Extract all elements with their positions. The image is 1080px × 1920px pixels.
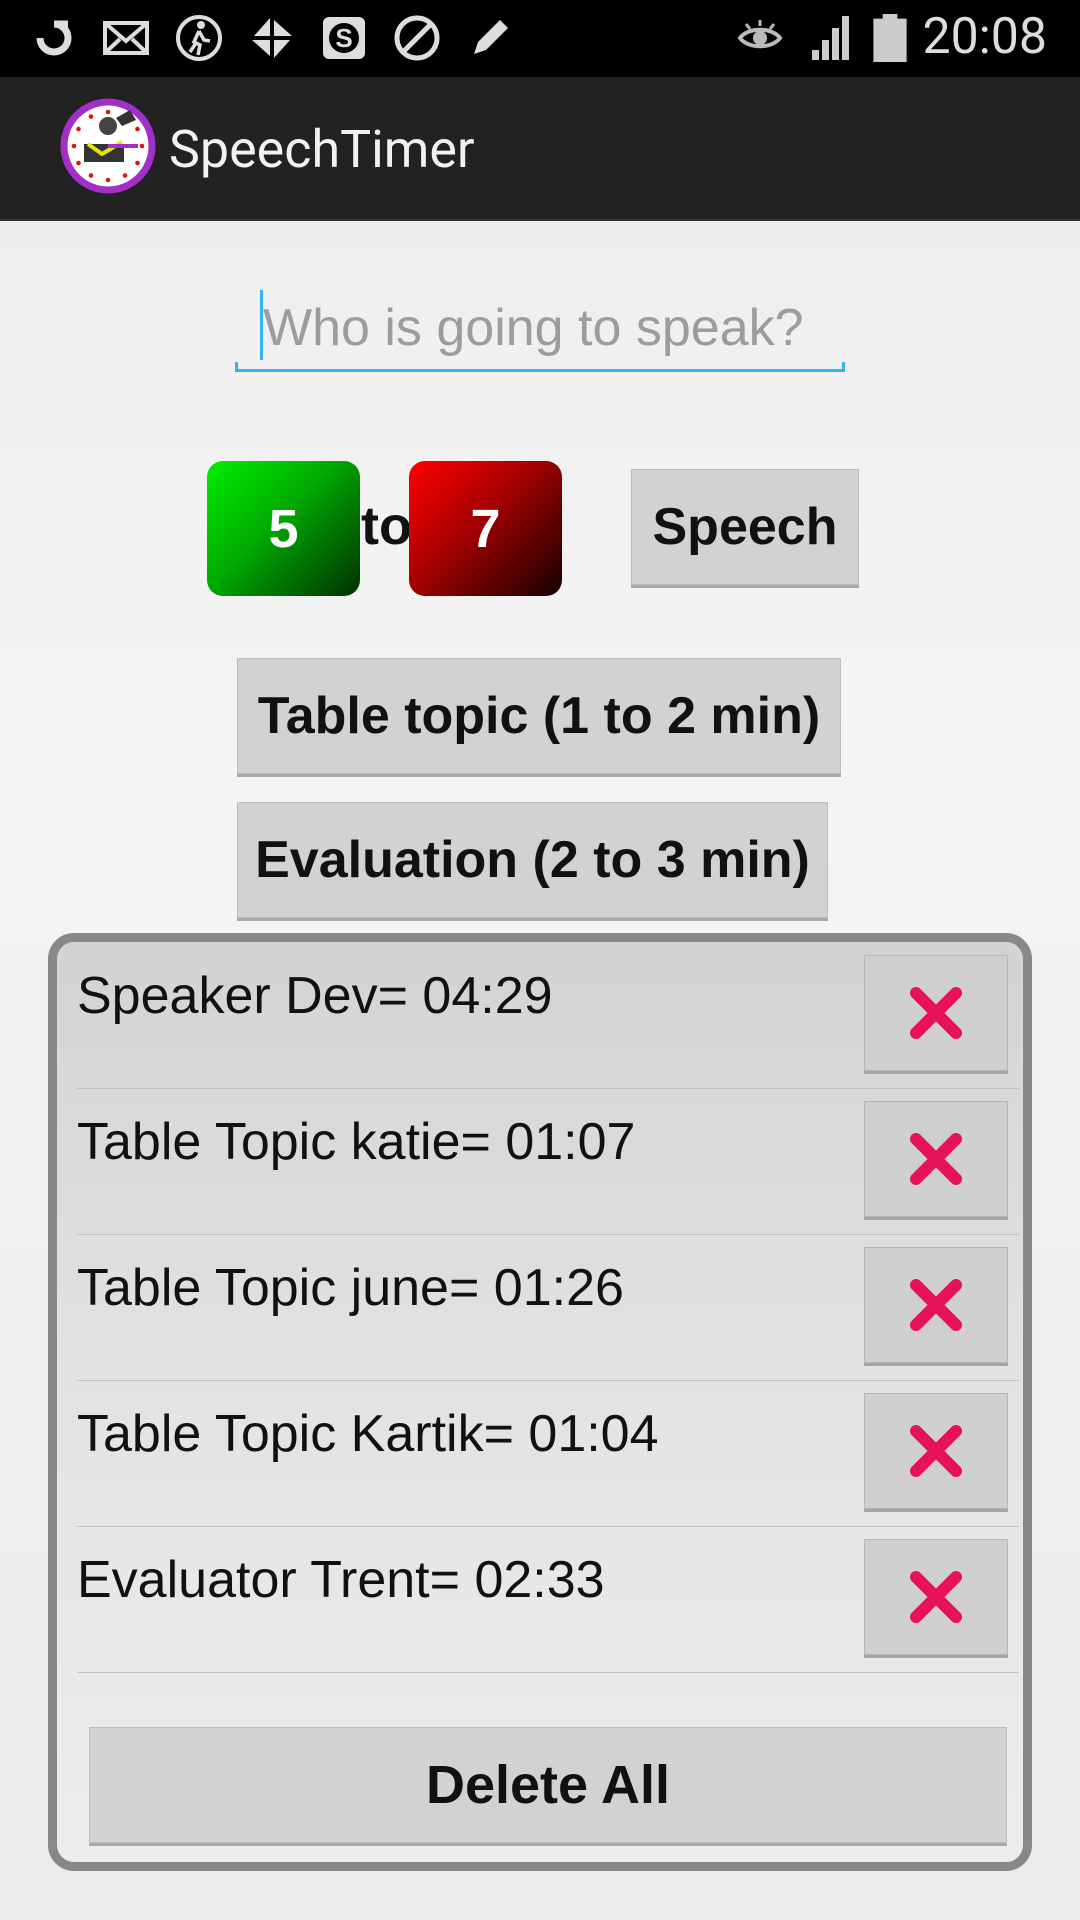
record-label: Evaluator Trent= 02:33 [77, 1551, 605, 1609]
svg-text:S: S [335, 23, 352, 53]
min-time-selector[interactable]: 5 [207, 461, 360, 596]
delete-record-button[interactable] [864, 1393, 1008, 1509]
status-bar: S 20:08 [0, 0, 1080, 77]
max-time-selector[interactable]: 7 [409, 461, 562, 596]
clock: 20:08 [922, 8, 1047, 66]
table-topic-button[interactable]: Table topic (1 to 2 min) [237, 658, 841, 774]
delete-record-button[interactable] [864, 1101, 1008, 1217]
text-caret [260, 290, 263, 360]
record-label: Table Topic katie= 01:07 [77, 1113, 636, 1171]
delete-x-icon [910, 987, 962, 1039]
delete-x-icon [910, 1279, 962, 1331]
app-title: SpeechTimer [169, 119, 475, 180]
min-time-value: 5 [268, 498, 299, 559]
mail-icon [103, 21, 149, 55]
speech-records-list: Speaker Dev= 04:29 Table Topic katie= 01… [48, 933, 1032, 1871]
action-bar: SpeechTimer [0, 77, 1080, 221]
delete-all-button[interactable]: Delete All [89, 1727, 1007, 1843]
delete-record-button[interactable] [864, 1247, 1008, 1363]
walker-icon [176, 15, 222, 61]
evaluation-button[interactable]: Evaluation (2 to 3 min) [237, 802, 828, 918]
list-item: Table Topic june= 01:26 [77, 1234, 1019, 1381]
sync-icon [36, 20, 72, 56]
list-item: Table Topic Kartik= 01:04 [77, 1380, 1019, 1527]
input-underline [235, 362, 845, 372]
s-app-icon: S [323, 17, 365, 59]
delete-record-button[interactable] [864, 955, 1008, 1071]
speaker-name-input[interactable] [235, 284, 845, 372]
app-logo-icon[interactable] [60, 98, 156, 194]
pinwheel-icon [252, 18, 292, 58]
speech-button[interactable]: Speech [631, 469, 859, 585]
pencil-icon [474, 20, 508, 54]
delete-x-icon [910, 1425, 962, 1477]
list-item: Table Topic katie= 01:07 [77, 1088, 1019, 1235]
list-item: Evaluator Trent= 02:33 [77, 1526, 1019, 1673]
delete-x-icon [910, 1571, 962, 1623]
record-label: Speaker Dev= 04:29 [77, 967, 553, 1025]
record-label: Table Topic june= 01:26 [77, 1259, 624, 1317]
list-item: Speaker Dev= 04:29 [77, 942, 1019, 1089]
battery-icon [873, 14, 907, 62]
eye-icon [737, 20, 783, 49]
to-label: to [361, 496, 412, 556]
signal-icon [812, 16, 849, 60]
blocked-icon [394, 15, 440, 61]
delete-x-icon [910, 1133, 962, 1185]
record-label: Table Topic Kartik= 01:04 [77, 1405, 659, 1463]
max-time-value: 7 [470, 498, 501, 559]
delete-record-button[interactable] [864, 1539, 1008, 1655]
